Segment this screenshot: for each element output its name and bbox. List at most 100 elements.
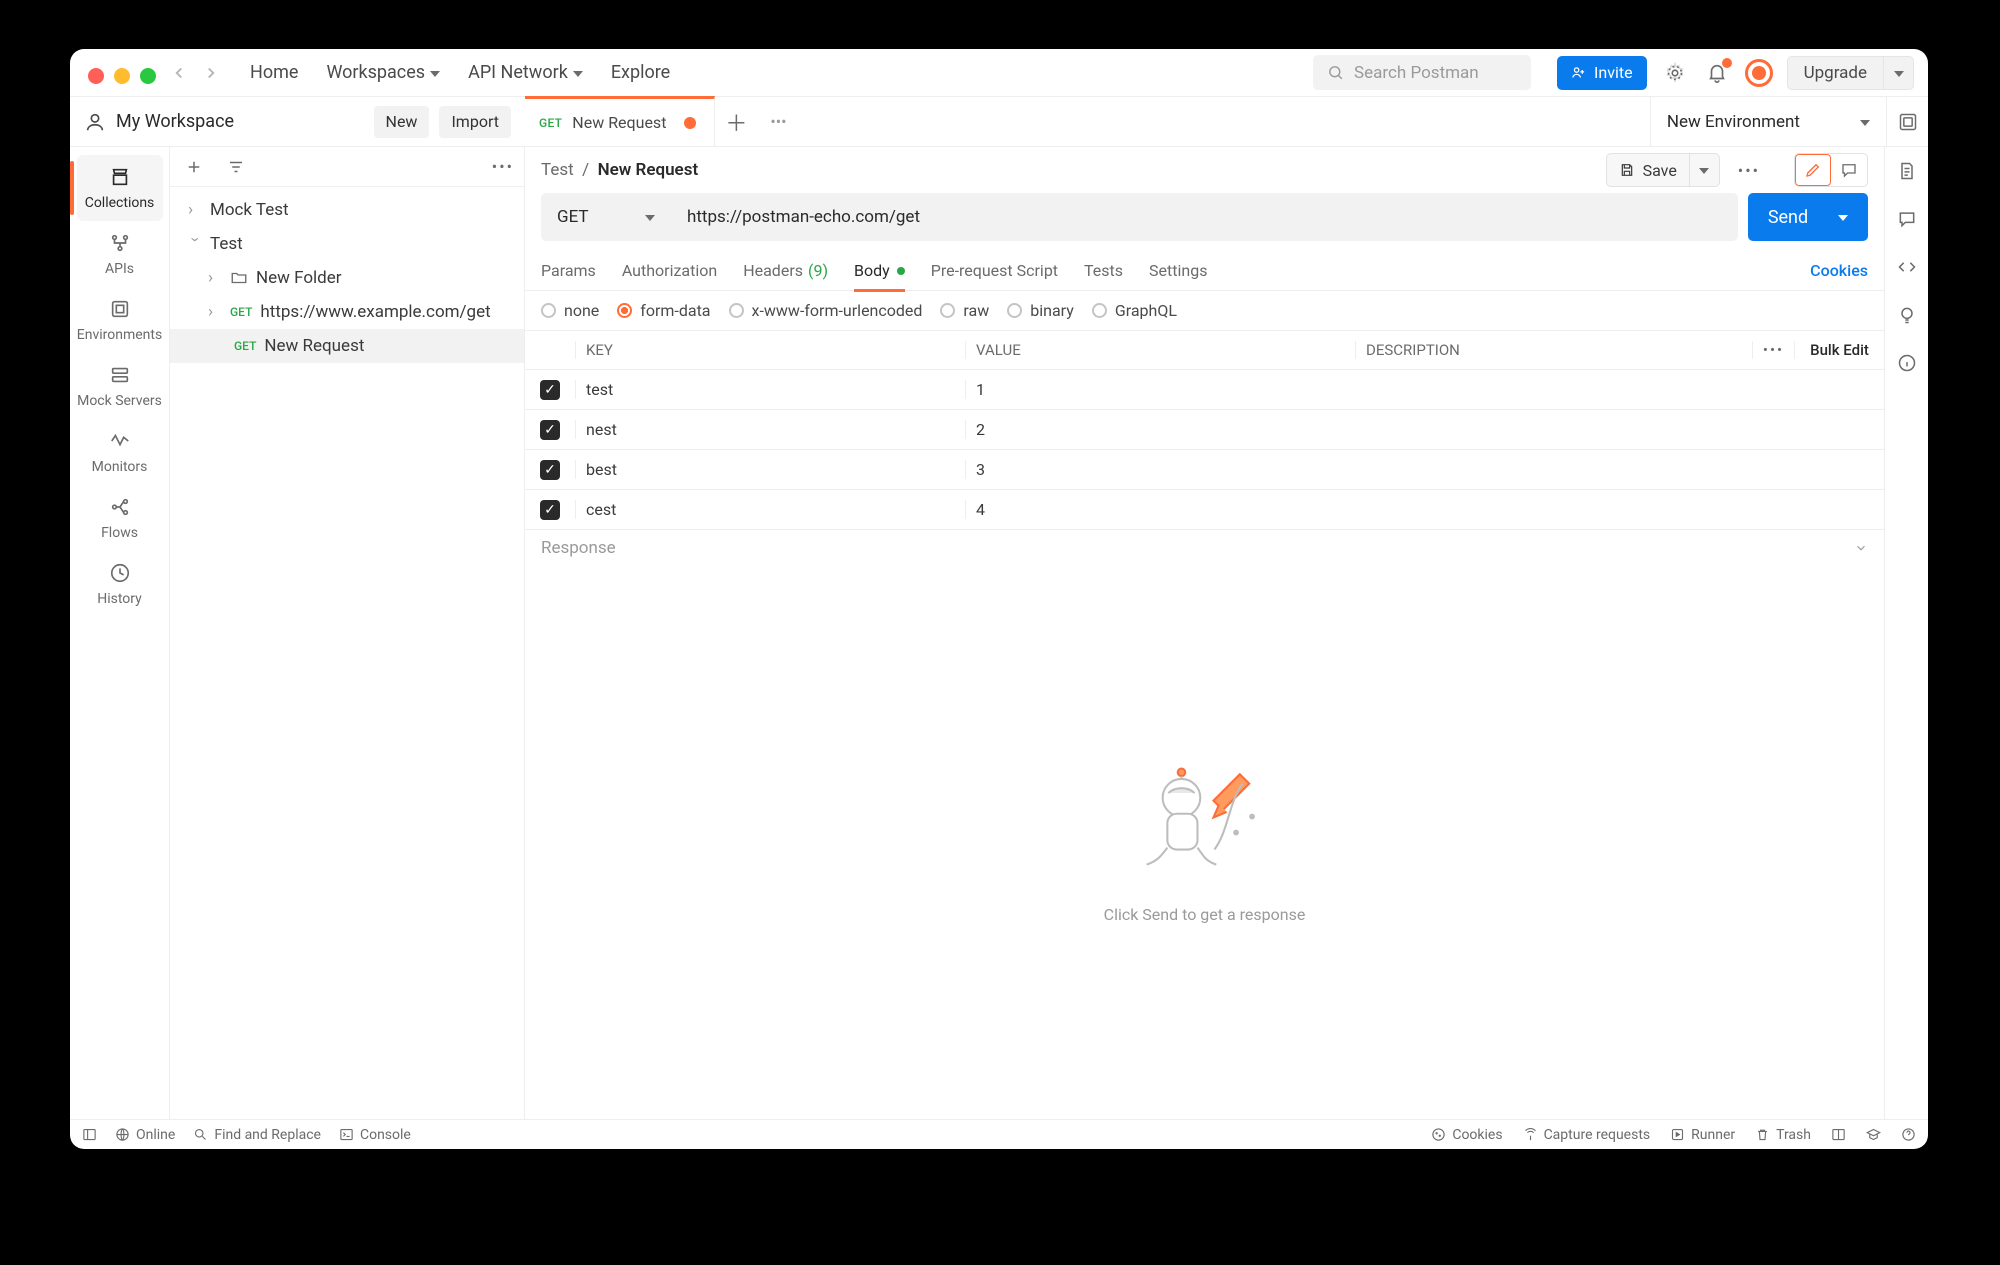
build-mode-button[interactable] [1795, 154, 1831, 186]
rail-history[interactable]: History [77, 551, 163, 617]
value-cell[interactable]: 1 [965, 380, 1355, 399]
import-button[interactable]: Import [439, 106, 511, 138]
environment-quicklook[interactable] [1886, 97, 1928, 147]
url-input[interactable] [671, 193, 1738, 241]
flows-icon [108, 495, 132, 519]
tab-new-request[interactable]: GET New Request [525, 96, 715, 146]
related-button[interactable] [1897, 353, 1917, 373]
checkbox[interactable]: ✓ [540, 420, 560, 440]
key-cell[interactable]: best [575, 460, 965, 479]
upgrade-menu-button[interactable] [1884, 56, 1914, 90]
tree-item-example-get[interactable]: › GET https://www.example.com/get [170, 295, 524, 329]
user-avatar[interactable] [1745, 59, 1773, 87]
runner-button[interactable]: Runner [1670, 1127, 1735, 1143]
subtab-headers[interactable]: Headers(9) [743, 251, 828, 291]
bootcamp-button[interactable] [1866, 1127, 1881, 1143]
new-button[interactable]: New [374, 106, 430, 138]
rail-apis[interactable]: APIs [77, 221, 163, 287]
rail-mock-servers[interactable]: Mock Servers [77, 353, 163, 419]
subtab-tests[interactable]: Tests [1084, 251, 1123, 291]
send-button[interactable]: Send [1748, 193, 1868, 241]
tree-item-new-request[interactable]: GET New Request [170, 329, 524, 363]
bulk-edit-button[interactable]: Bulk Edit [1794, 341, 1884, 359]
trash-button[interactable]: Trash [1755, 1127, 1811, 1143]
nav-forward-button[interactable] [202, 64, 220, 82]
layout-toggle[interactable] [82, 1127, 97, 1142]
nav-api-network[interactable]: API Network [468, 62, 583, 83]
notifications-button[interactable] [1703, 59, 1731, 87]
tree-filter-button[interactable] [222, 153, 250, 181]
tree-add-button[interactable] [180, 153, 208, 181]
response-header[interactable]: Response [525, 529, 1884, 565]
upgrade-button[interactable]: Upgrade [1787, 56, 1884, 90]
save-button[interactable]: Save [1606, 153, 1690, 187]
two-pane-button[interactable] [1831, 1127, 1846, 1143]
environment-selector[interactable]: New Environment [1650, 97, 1886, 147]
body-type-binary[interactable]: binary [1007, 301, 1074, 320]
comment-icon [1840, 161, 1858, 179]
tree-item-test[interactable]: › Test [170, 227, 524, 261]
close-window-button[interactable] [88, 68, 104, 84]
maximize-window-button[interactable] [140, 68, 156, 84]
key-cell[interactable]: test [575, 380, 965, 399]
subtab-params[interactable]: Params [541, 251, 596, 291]
documentation-button[interactable] [1897, 161, 1917, 181]
help-button[interactable] [1901, 1127, 1916, 1143]
body-type-graphql[interactable]: GraphQL [1092, 301, 1177, 320]
save-menu-button[interactable] [1690, 153, 1720, 187]
comments-button[interactable] [1897, 209, 1917, 229]
body-type-none[interactable]: none [541, 301, 599, 320]
tree-item-mock-test[interactable]: › Mock Test [170, 193, 524, 227]
body-type-urlencoded[interactable]: x-www-form-urlencoded [729, 301, 923, 320]
value-cell[interactable]: 4 [965, 500, 1355, 519]
nav-back-button[interactable] [170, 64, 188, 82]
breadcrumb-path[interactable]: Test [541, 160, 574, 180]
rail-environments[interactable]: Environments [77, 287, 163, 353]
tree-item-new-folder[interactable]: › New Folder [170, 261, 524, 295]
cookies-button[interactable]: Cookies [1431, 1127, 1502, 1143]
nav-workspaces[interactable]: Workspaces [326, 62, 440, 83]
cookies-link[interactable]: Cookies [1810, 261, 1868, 280]
checkbox[interactable]: ✓ [540, 500, 560, 520]
invite-button[interactable]: Invite [1557, 56, 1647, 90]
nav-home[interactable]: Home [250, 62, 298, 83]
tree-more-button[interactable]: ••• [492, 157, 514, 176]
body-type-raw[interactable]: raw [940, 301, 989, 320]
new-tab-button[interactable]: ＋ [715, 106, 757, 138]
col-value: VALUE [965, 341, 1355, 359]
online-status[interactable]: Online [115, 1127, 175, 1143]
method-badge: GET [539, 116, 562, 130]
rail-flows[interactable]: Flows [77, 485, 163, 551]
chevron-down-icon [1894, 71, 1904, 77]
checkbox[interactable]: ✓ [540, 380, 560, 400]
capture-button[interactable]: Capture requests [1523, 1127, 1651, 1143]
key-cell[interactable]: cest [575, 500, 965, 519]
minimize-window-button[interactable] [114, 68, 130, 84]
subtab-authorization[interactable]: Authorization [622, 251, 717, 291]
rail-collections[interactable]: Collections [77, 155, 163, 221]
request-more-button[interactable]: ••• [1730, 161, 1768, 180]
method-select[interactable]: GET [541, 193, 671, 241]
settings-button[interactable] [1661, 59, 1689, 87]
table-columns-button[interactable]: ••• [1752, 341, 1794, 359]
radio-icon [940, 303, 955, 318]
subtab-settings[interactable]: Settings [1149, 251, 1207, 291]
checkbox[interactable]: ✓ [540, 460, 560, 480]
info-button[interactable] [1897, 305, 1917, 325]
comment-mode-button[interactable] [1831, 154, 1867, 186]
workspace-name[interactable]: My Workspace [116, 111, 364, 132]
value-cell[interactable]: 2 [965, 420, 1355, 439]
body-type-formdata[interactable]: form-data [617, 301, 710, 320]
rail-monitors[interactable]: Monitors [77, 419, 163, 485]
nav-explore[interactable]: Explore [611, 62, 670, 83]
console-button[interactable]: Console [339, 1127, 411, 1143]
folder-icon [230, 269, 248, 287]
subtab-prerequest[interactable]: Pre-request Script [931, 251, 1058, 291]
value-cell[interactable]: 3 [965, 460, 1355, 479]
subtab-body[interactable]: Body [854, 251, 905, 291]
tab-overflow-button[interactable]: ••• [757, 112, 799, 131]
key-cell[interactable]: nest [575, 420, 965, 439]
search-bar[interactable]: Search Postman [1313, 55, 1531, 90]
code-button[interactable] [1897, 257, 1917, 277]
find-replace-button[interactable]: Find and Replace [193, 1127, 321, 1143]
